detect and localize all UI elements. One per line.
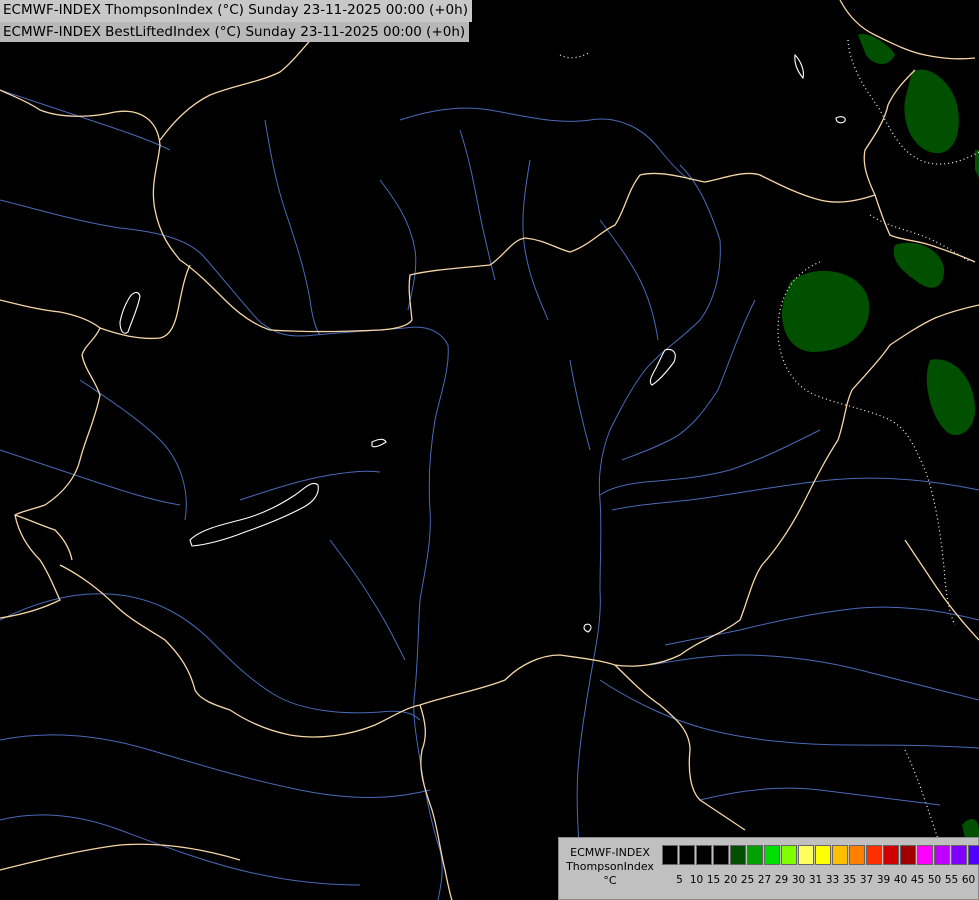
- river-mures: [611, 477, 979, 511]
- river-timis: [664, 606, 979, 646]
- legend-swatch: [747, 845, 763, 865]
- river-danube: [0, 199, 449, 900]
- river-drava: [0, 593, 421, 721]
- thompson-index-fields: [782, 34, 979, 842]
- legend-tick: 45: [910, 874, 925, 886]
- border-west-knot: [99, 264, 191, 340]
- river-sio: [329, 539, 406, 661]
- river-north: [399, 107, 691, 181]
- legend-label: ECMWF-INDEX ThompsonIndex °C: [561, 846, 659, 888]
- river-south: [599, 679, 979, 749]
- color-legend: ECMWF-INDEX ThompsonIndex °C 5 10 15 20 25 27…: [558, 837, 979, 900]
- border-west: [0, 299, 101, 619]
- legend-swatch: [968, 845, 979, 865]
- legend-tick: 25: [740, 874, 755, 886]
- legend-swatch: [764, 845, 780, 865]
- legend-swatch: [866, 845, 882, 865]
- rivers: [0, 89, 979, 900]
- legend-swatch: [951, 845, 967, 865]
- field-east-upper: [904, 69, 959, 154]
- legend-swatch: [696, 845, 712, 865]
- border-south: [59, 304, 979, 738]
- legend-tick: 40: [893, 874, 908, 886]
- river-se: [699, 787, 941, 806]
- border-east-lower: [904, 539, 979, 641]
- legend-ticks: 5 10 15 20 25 27 29 30 31 33 35 37 39 40 45 50 55 60: [662, 874, 978, 888]
- country-borders: [0, 0, 979, 900]
- legend-unit: °C: [603, 874, 617, 887]
- border-south-lower: [419, 704, 453, 900]
- legend-tick: 15: [706, 874, 721, 886]
- river-vah: [379, 179, 417, 311]
- field-east-lower: [926, 359, 975, 436]
- river-nw: [0, 89, 171, 151]
- river-tisza: [576, 164, 721, 900]
- legend-tick: 55: [944, 874, 959, 886]
- weather-map: [0, 0, 979, 900]
- legend-swatch: [917, 845, 933, 865]
- field-east-mid: [893, 242, 945, 288]
- river-morava: [264, 119, 321, 336]
- legend-swatch: [832, 845, 848, 865]
- lake-balaton: [189, 482, 319, 547]
- legend-swatch: [798, 845, 814, 865]
- lake-small-5: [583, 623, 592, 633]
- legend-parameter: ThompsonIndex: [566, 860, 654, 873]
- river-raba: [79, 379, 187, 521]
- map-title-thompson: ECMWF-INDEX ThompsonIndex (°C) Sunday 23…: [0, 0, 472, 22]
- legend-swatch: [883, 845, 899, 865]
- lake-small-1: [371, 438, 387, 448]
- river-west: [0, 449, 181, 506]
- legend-tick: 27: [757, 874, 772, 886]
- legend-swatch: [849, 845, 865, 865]
- river-sw: [0, 814, 361, 886]
- legend-swatch: [662, 845, 678, 865]
- legend-swatch: [815, 845, 831, 865]
- map-title-bestlifted: ECMWF-INDEX BestLiftedIndex (°C) Sunday …: [0, 22, 470, 42]
- legend-swatch: [713, 845, 729, 865]
- legend-tick: 37: [859, 874, 874, 886]
- legend-tick: 35: [842, 874, 857, 886]
- border-sw-bottom: [0, 843, 241, 871]
- river-sava: [0, 734, 431, 798]
- legend-swatch: [934, 845, 950, 865]
- legend-swatches: [662, 845, 979, 865]
- legend-tick: 29: [774, 874, 789, 886]
- river-olt: [649, 654, 979, 701]
- legend-tick: 33: [825, 874, 840, 886]
- legend-model: ECMWF-INDEX: [570, 846, 650, 859]
- border-serbia-romania: [614, 664, 746, 831]
- border-ne: [839, 0, 976, 60]
- river-hron: [459, 129, 496, 281]
- river-bodrog: [599, 219, 659, 341]
- legend-tick: 39: [876, 874, 891, 886]
- legend-tick: 10: [689, 874, 704, 886]
- legend-swatch: [900, 845, 916, 865]
- field-east-large: [782, 270, 870, 352]
- legend-tick: 20: [723, 874, 738, 886]
- legend-tick: 31: [808, 874, 823, 886]
- lake-small-4: [835, 116, 846, 124]
- legend-tick: 60: [961, 874, 976, 886]
- lake-small-2: [649, 348, 676, 386]
- legend-swatch: [730, 845, 746, 865]
- legend-tick: 30: [791, 874, 806, 886]
- legend-tick: 50: [927, 874, 942, 886]
- field-north-east: [858, 34, 895, 65]
- river-somes: [621, 299, 756, 461]
- legend-swatch: [679, 845, 695, 865]
- lake-small-3: [794, 53, 804, 80]
- legend-tick: 5: [676, 874, 683, 886]
- river-lower-tisza: [569, 359, 591, 451]
- legend-swatch: [781, 845, 797, 865]
- border-east: [863, 69, 916, 196]
- lake-neusiedl: [119, 291, 141, 334]
